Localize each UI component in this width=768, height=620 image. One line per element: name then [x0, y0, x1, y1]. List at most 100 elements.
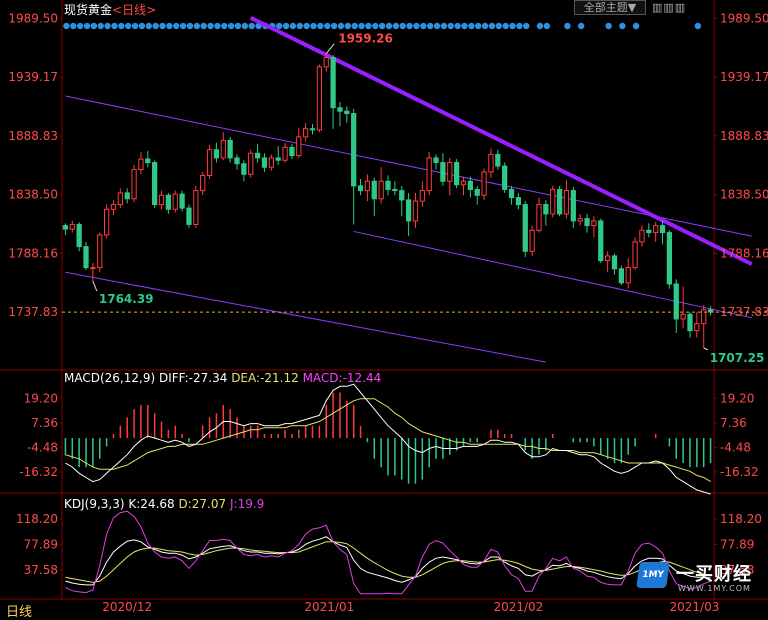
- candle-body: [666, 232, 673, 285]
- candle-body: [392, 188, 398, 192]
- candle-body: [254, 152, 261, 159]
- candle-body: [639, 229, 645, 243]
- candle-body: [680, 313, 686, 320]
- candle-body: [707, 309, 714, 313]
- kdj-label-row: KDJ(9,3,3) K:24.68 D:27.07 J:19.9: [64, 497, 264, 511]
- signal-dot: [90, 22, 98, 30]
- signal-dot: [221, 22, 228, 30]
- candle-body: [488, 153, 494, 173]
- y-tick-label-right: 1939.17: [720, 70, 768, 84]
- candle-body: [179, 193, 185, 209]
- signal-dot: [536, 22, 544, 30]
- candle-body: [76, 223, 82, 248]
- candle-body: [378, 180, 384, 200]
- candle-body: [309, 128, 316, 131]
- brand-logo: 1MY 一买财经 WWW.1MY.COM: [636, 560, 764, 600]
- signal-dot: [516, 22, 523, 30]
- candle-body: [351, 113, 357, 187]
- x-tick-label: 2021/01: [304, 600, 354, 614]
- channel-lower-line: [65, 271, 546, 363]
- channel-mid-line: [353, 230, 752, 319]
- signal-dot: [605, 22, 612, 30]
- candle-body: [515, 197, 522, 206]
- signal-dot: [200, 22, 207, 30]
- signal-dot: [426, 22, 434, 30]
- candle-body: [584, 218, 590, 227]
- d-label: D:27.07: [178, 497, 227, 511]
- candle-body: [454, 162, 460, 186]
- candle-body: [543, 204, 549, 215]
- logo-name: 一买财经: [676, 564, 752, 585]
- price-candles[interactable]: [62, 54, 714, 349]
- candle-body: [460, 180, 467, 186]
- y-tick-label-right: 19.20: [720, 391, 754, 405]
- signal-dot-strip: [63, 22, 702, 30]
- candle-body: [206, 149, 213, 176]
- signal-dot: [632, 22, 640, 30]
- signal-dot: [111, 22, 118, 30]
- candle-body: [653, 225, 659, 234]
- candle-body: [69, 223, 75, 230]
- candle-body: [659, 225, 666, 234]
- macd-label-row: MACD(26,12,9) DIFF:-27.34 DEA:-21.12 MAC…: [64, 371, 381, 385]
- y-tick-label-left: 37.58: [24, 563, 58, 577]
- candle-body: [138, 158, 144, 171]
- candle-body: [495, 153, 501, 167]
- candle-body: [371, 180, 377, 200]
- annotation-pointer: [325, 43, 335, 55]
- candle-body: [158, 194, 165, 206]
- signal-dot: [475, 22, 482, 30]
- period-link[interactable]: <日线>: [112, 3, 156, 17]
- signal-dot: [104, 22, 111, 30]
- signal-dot: [440, 22, 448, 30]
- signal-dot: [310, 22, 317, 30]
- signal-dot: [378, 22, 386, 30]
- y-tick-label-right: -4.48: [720, 440, 751, 454]
- candle-body: [687, 313, 693, 332]
- kdj-title: KDJ(9,3,3): [64, 497, 125, 511]
- y-tick-label-left: 1788.16: [8, 246, 58, 260]
- candle-body: [385, 180, 391, 190]
- signal-dot: [317, 22, 324, 30]
- signal-dot: [481, 22, 489, 30]
- signal-dot: [83, 22, 91, 30]
- candle-body: [296, 136, 302, 157]
- candle-body: [165, 194, 172, 210]
- signal-dot: [468, 22, 475, 30]
- candle-body: [330, 57, 336, 109]
- signal-dot: [125, 22, 132, 30]
- annotation-low-label: 1707.25: [710, 351, 765, 365]
- candle-body: [90, 267, 96, 270]
- signal-dot: [118, 22, 125, 30]
- toolbar-icons[interactable]: ▥▥▥: [652, 1, 686, 14]
- candle-body: [550, 188, 556, 215]
- dea-label: DEA:-21.12: [231, 371, 299, 385]
- x-tick-label: 2021/02: [493, 600, 543, 614]
- signal-dot: [173, 22, 180, 30]
- candle-body: [405, 199, 412, 222]
- candle-body: [282, 146, 288, 161]
- candle-body: [200, 174, 206, 192]
- y-tick-label-left: 1838.50: [8, 188, 58, 202]
- candle-body: [611, 255, 618, 270]
- signal-dot: [461, 22, 468, 30]
- candle-body: [440, 162, 446, 182]
- signal-dot: [564, 22, 571, 30]
- tab-daily[interactable]: 日线: [6, 601, 32, 620]
- y-tick-label-right: -16.32: [720, 465, 759, 479]
- candle-body: [357, 185, 364, 192]
- signal-dot: [145, 22, 152, 30]
- signal-dot: [152, 22, 159, 30]
- price-axis: 1989.50 1989.50 1939.17 1939.17 1888.83 1888.…: [8, 11, 768, 319]
- candle-body: [83, 246, 89, 269]
- theme-select-button[interactable]: 全部主题▼: [574, 0, 646, 15]
- j-label: J:19.9: [229, 497, 265, 511]
- signal-dot: [303, 22, 310, 30]
- candle-body: [646, 229, 652, 234]
- candle-body: [124, 192, 130, 200]
- y-tick-label-left: 118.20: [16, 512, 58, 526]
- candle-body: [268, 157, 274, 168]
- signal-dot: [392, 22, 400, 30]
- candle-body: [632, 241, 638, 269]
- candle-body: [508, 188, 515, 199]
